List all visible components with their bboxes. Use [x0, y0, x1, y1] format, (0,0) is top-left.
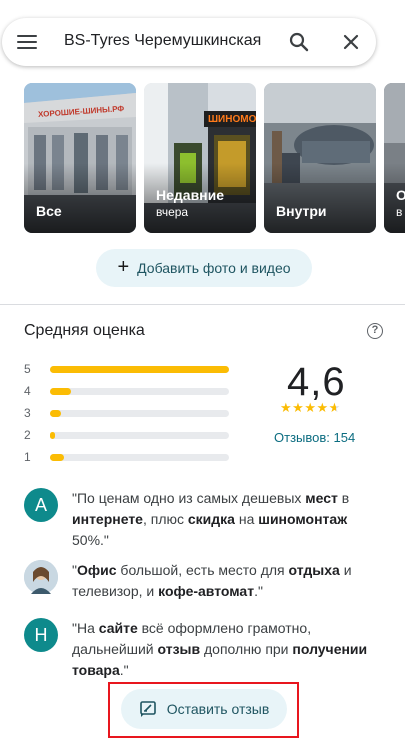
menu-icon[interactable]: [16, 32, 38, 52]
search-bar: BS-Tyres Черемушкинская: [2, 18, 376, 66]
review-snippet-text: "На сайте всё оформлено грамотно, дальне…: [72, 620, 368, 678]
photo-tile-title: Все: [36, 203, 62, 219]
photo-carousel: ХОРОШИЕ-ШИНЫ.РФ Все ШИНОМОНТ Недавние вч…: [0, 83, 405, 233]
photo-tile-recent[interactable]: ШИНОМОНТ Недавние вчера: [144, 83, 256, 233]
rating-bar-label: 1: [24, 450, 31, 464]
plus-icon: +: [117, 256, 130, 278]
photo-tile-all[interactable]: ХОРОШИЕ-ШИНЫ.РФ Все: [24, 83, 136, 233]
rating-bar-track: [50, 454, 229, 461]
rating-bar-track: [50, 388, 229, 395]
rating-bar-fill: [50, 454, 64, 461]
review-snippet[interactable]: A "По ценам одно из самых дешевых мест в …: [24, 488, 384, 552]
search-icon[interactable]: [288, 31, 310, 53]
rating-stars: ★★★★★: [280, 400, 341, 416]
rating-bar-track: [50, 366, 229, 373]
info-icon[interactable]: ?: [367, 323, 383, 339]
star-icon: ★: [292, 400, 305, 415]
photo-tile-subtitle: вчера: [156, 205, 189, 219]
review-snippet-text: "Офис большой, есть место для отдыха и т…: [72, 562, 352, 599]
rating-bar-track: [50, 432, 229, 439]
avatar: [24, 560, 58, 594]
rating-bar-track: [50, 410, 229, 417]
review-snippet[interactable]: H "На сайте всё оформлено грамотно, дальн…: [24, 618, 384, 682]
avatar: A: [24, 488, 58, 522]
rating-bar-fill: [50, 388, 71, 395]
photo-tile-title: Недавние: [156, 187, 225, 203]
star-icon: ★: [304, 400, 317, 415]
rating-bar-label: 4: [24, 384, 31, 398]
rating-bar-fill: [50, 410, 61, 417]
rating-bar-label: 3: [24, 406, 31, 420]
rating-bar-fill: [50, 432, 55, 439]
star-icon: ★: [280, 400, 293, 415]
rating-bar-label: 5: [24, 362, 31, 376]
close-icon[interactable]: [340, 31, 362, 53]
edit-review-icon: [139, 701, 156, 717]
search-input[interactable]: BS-Tyres Черемушкинская: [64, 32, 261, 50]
add-photo-button[interactable]: + Добавить фото и видео: [96, 249, 312, 287]
rating-bar-label: 2: [24, 428, 31, 442]
review-snippet[interactable]: "Офис большой, есть место для отдыха и т…: [24, 560, 384, 604]
average-score: 4,6: [287, 360, 346, 404]
write-review-button[interactable]: Оставить отзыв: [121, 689, 287, 729]
add-photo-label: Добавить фото и видео: [137, 260, 291, 276]
review-snippet-text: "По ценам одно из самых дешевых мест в и…: [72, 490, 350, 548]
rating-section-title: Средняя оценка: [24, 322, 145, 339]
star-icon: ★: [316, 400, 329, 415]
star-half-icon: ★: [328, 400, 341, 415]
photo-tile-more[interactable]: О в: [384, 83, 405, 233]
photo-tile-inside[interactable]: Внутри: [264, 83, 376, 233]
section-divider: [0, 304, 405, 305]
photo-tile-title: О: [396, 187, 405, 203]
reviews-count-link[interactable]: Отзывов: 154: [274, 430, 355, 445]
place-panel: BS-Tyres Черемушкинская ХОРОШИЕ-ШИНЫ.РФ …: [0, 0, 405, 746]
write-review-label: Оставить отзыв: [166, 701, 270, 717]
photo-tile-title: Внутри: [276, 203, 327, 219]
avatar: H: [24, 618, 58, 652]
photo-sign-text: ШИНОМОНТ: [208, 114, 256, 125]
rating-bar-fill: [50, 366, 229, 373]
photo-tile-subtitle: в: [396, 205, 403, 219]
